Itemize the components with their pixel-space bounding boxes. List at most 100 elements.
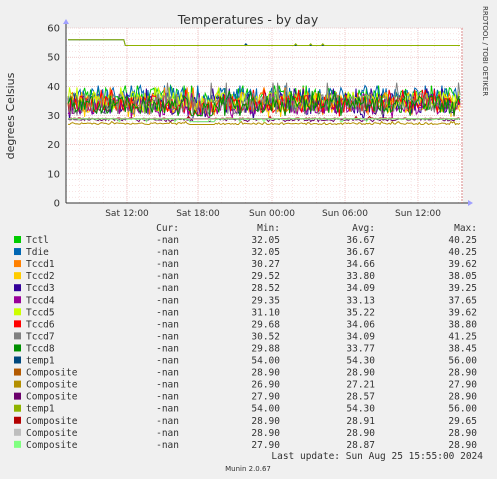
- last-update: Last update: Sun Aug 25 15:55:00 2024: [271, 451, 483, 462]
- legend-swatch: [14, 308, 21, 316]
- legend-value-min: 29.52: [251, 271, 280, 282]
- legend-series-name: Composite: [26, 428, 78, 439]
- legend-swatch: [14, 296, 21, 304]
- legend-value-avg: 54.30: [346, 356, 375, 367]
- y-tick-label: 30: [47, 111, 60, 122]
- legend-swatch: [14, 392, 21, 400]
- y-tick-label: 50: [47, 53, 60, 64]
- legend-header-cur: Cur:: [156, 223, 179, 234]
- legend-swatch: [14, 284, 21, 292]
- legend-value-max: 40.25: [448, 235, 477, 246]
- legend-value-avg: 35.22: [346, 307, 375, 318]
- y-tick-label: 60: [47, 24, 60, 35]
- legend-value-min: 29.88: [251, 343, 280, 354]
- x-tick-label: Sat 18:00: [176, 209, 220, 219]
- legend-value-max: 28.90: [448, 368, 477, 379]
- legend-series-name: Tccd8: [26, 343, 55, 354]
- legend-value-cur: -nan: [156, 343, 179, 354]
- legend-swatch: [14, 332, 21, 340]
- legend-swatch: [14, 368, 21, 376]
- legend-value-avg: 33.80: [346, 271, 375, 282]
- legend-value-cur: -nan: [156, 440, 179, 451]
- legend-value-min: 27.90: [251, 392, 280, 403]
- legend-value-avg: 36.67: [346, 235, 375, 246]
- legend-value-avg: 28.91: [346, 416, 375, 427]
- legend-value-min: 30.27: [251, 259, 280, 270]
- legend-header-max: Max:: [454, 223, 477, 234]
- legend-series-name: Composite: [26, 440, 78, 451]
- legend-swatch: [14, 404, 21, 412]
- legend-value-min: 28.52: [251, 283, 280, 294]
- legend-swatch: [14, 380, 21, 388]
- munin-version: Munin 2.0.67: [225, 465, 271, 473]
- legend-value-avg: 28.90: [346, 428, 375, 439]
- legend-value-cur: -nan: [156, 368, 179, 379]
- legend-swatch: [14, 260, 21, 268]
- legend-value-min: 32.05: [251, 235, 280, 246]
- legend-value-max: 39.62: [448, 259, 477, 270]
- legend-swatch: [14, 320, 21, 328]
- legend-value-cur: -nan: [156, 307, 179, 318]
- legend-value-avg: 28.90: [346, 368, 375, 379]
- legend-value-min: 27.90: [251, 440, 280, 451]
- legend-swatch: [14, 236, 21, 243]
- legend-value-avg: 34.09: [346, 283, 375, 294]
- legend-value-max: 38.80: [448, 319, 477, 330]
- legend-swatch: [14, 428, 21, 436]
- legend-swatch: [14, 440, 21, 448]
- legend-value-max: 40.25: [448, 247, 477, 258]
- y-axis-arrow: [63, 19, 69, 24]
- legend-header-avg: Avg:: [352, 223, 375, 234]
- legend-series-name: Tctl: [26, 235, 49, 246]
- y-axis-label: degrees Celsius: [4, 72, 17, 159]
- y-tick-label: 10: [47, 169, 60, 180]
- legend-value-cur: -nan: [156, 259, 179, 270]
- legend-series-name: Tccd4: [26, 295, 55, 306]
- legend-value-cur: -nan: [156, 380, 179, 391]
- legend-value-max: 56.00: [448, 404, 477, 415]
- legend-value-max: 28.90: [448, 440, 477, 451]
- legend-series-name: Composite: [26, 368, 78, 379]
- legend-value-cur: -nan: [156, 416, 179, 427]
- x-tick-label: Sun 12:00: [395, 209, 441, 219]
- legend-value-min: 28.90: [251, 368, 280, 379]
- y-tick-label: 0: [54, 199, 60, 210]
- plot-area: 0 10 20 30 40 50 60 Sat 12:00 Sat 18:00 Sun 00:00…: [47, 19, 473, 219]
- legend-swatch: [14, 416, 21, 424]
- legend-value-avg: 34.09: [346, 331, 375, 342]
- legend-value-min: 29.35: [251, 295, 280, 306]
- legend-value-cur: -nan: [156, 271, 179, 282]
- legend-value-avg: 28.87: [346, 440, 375, 451]
- legend-value-cur: -nan: [156, 331, 179, 342]
- legend-value-max: 27.90: [448, 380, 477, 391]
- legend-value-avg: 33.77: [346, 343, 375, 354]
- temperature-chart: Temperatures - by day RRDTOOL / TOBI OET…: [4, 6, 489, 473]
- legend-value-max: 38.45: [448, 343, 477, 354]
- legend-value-avg: 34.66: [346, 259, 375, 270]
- legend-value-min: 31.10: [251, 307, 280, 318]
- legend-value-min: 28.90: [251, 428, 280, 439]
- legend-value-max: 28.90: [448, 428, 477, 439]
- legend-header-min: Min:: [257, 223, 280, 234]
- legend-series-name: Tccd1: [26, 259, 55, 270]
- legend-series-name: temp1: [26, 356, 55, 367]
- rrdtool-credit: RRDTOOL / TOBI OETIKER: [481, 6, 489, 96]
- x-tick-label: Sat 12:00: [105, 209, 149, 219]
- legend-value-cur: -nan: [156, 392, 179, 403]
- legend-value-max: 56.00: [448, 356, 477, 367]
- legend-value-avg: 54.30: [346, 404, 375, 415]
- legend-value-min: 54.00: [251, 356, 280, 367]
- legend-value-min: 30.52: [251, 331, 280, 342]
- legend-value-cur: -nan: [156, 356, 179, 367]
- y-tick-label: 40: [47, 82, 60, 93]
- x-tick-label: Sun 00:00: [249, 209, 295, 219]
- chart-title: Temperatures - by day: [177, 12, 319, 27]
- legend-value-avg: 27.21: [346, 380, 375, 391]
- legend-value-cur: -nan: [156, 295, 179, 306]
- legend-series-name: Tdie: [26, 247, 49, 258]
- x-tick-label: Sun 06:00: [322, 209, 368, 219]
- legend-value-cur: -nan: [156, 428, 179, 439]
- legend-series-name: Tccd2: [26, 271, 55, 282]
- legend-value-max: 39.25: [448, 283, 477, 294]
- legend-series-name: Composite: [26, 416, 78, 427]
